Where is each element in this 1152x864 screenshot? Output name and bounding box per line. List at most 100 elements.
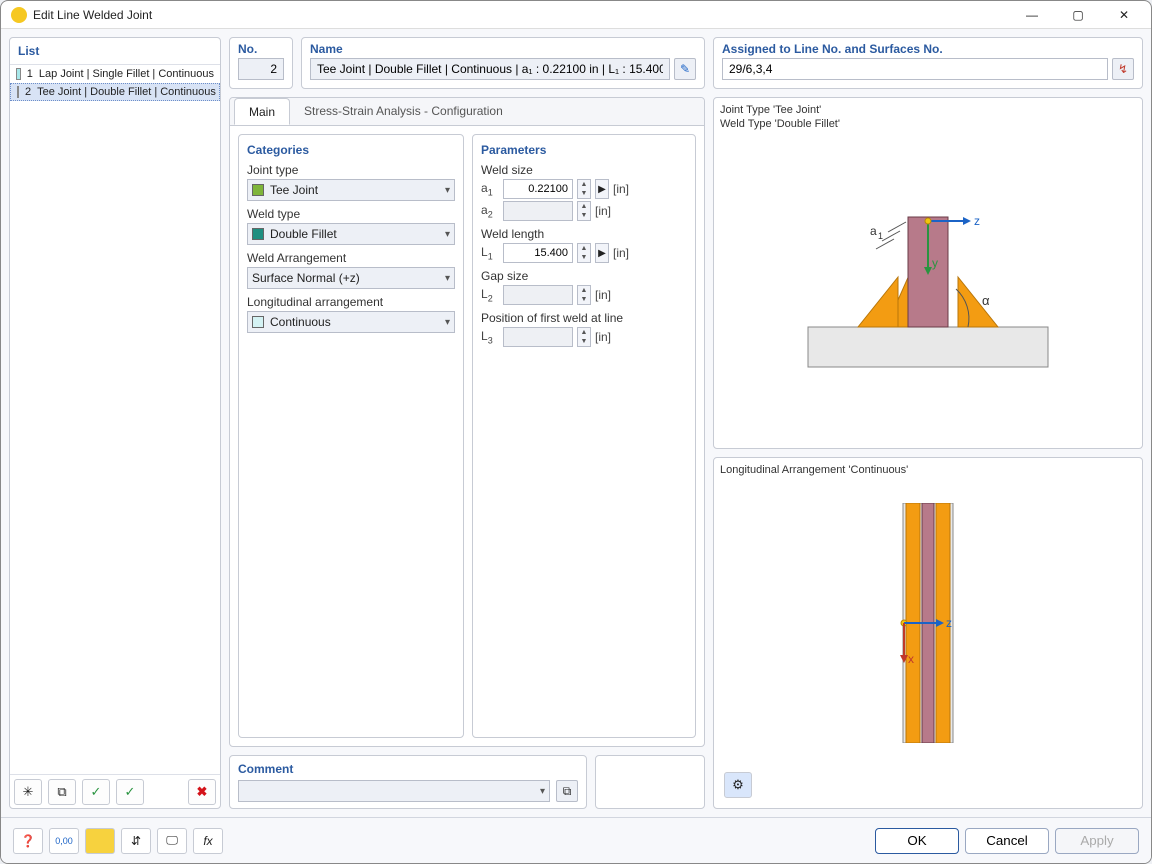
L1-spinner[interactable]: ▲▼ [577, 243, 591, 263]
dialog-footer: ❓ 0,00 ⇵ 🖵 fx OK Cancel Apply [1, 817, 1151, 863]
maximize-button[interactable]: ▢ [1055, 1, 1101, 29]
minimize-icon: — [1026, 8, 1038, 22]
position-first-weld-label: Position of first weld at line [481, 311, 687, 325]
chevron-down-icon: ▾ [445, 185, 450, 196]
L1-label: L1 [481, 245, 499, 261]
list-toolbar: ✳ ⧉ ✓ ✓ ✖ [10, 774, 220, 808]
check-button-2[interactable]: ✓ [116, 779, 144, 805]
comment-combo[interactable]: ▾ [238, 780, 550, 802]
copy-item-button[interactable]: ⧉ [48, 779, 76, 805]
L1-input[interactable] [503, 243, 573, 263]
settings-icon: ⚙ [732, 777, 744, 793]
model-button[interactable]: ⇵ [121, 828, 151, 854]
weld-arrangement-combo[interactable]: Surface Normal (+z) ▾ [247, 267, 455, 289]
joint-type-combo[interactable]: Tee Joint ▾ [247, 179, 455, 201]
L2-unit: [in] [595, 288, 611, 302]
L3-input [503, 327, 573, 347]
longitudinal-color-icon [252, 316, 264, 328]
color-swatch [17, 86, 19, 98]
parameters-title: Parameters [481, 143, 687, 157]
a1-input[interactable] [503, 179, 573, 199]
cancel-button[interactable]: Cancel [965, 828, 1049, 854]
a1-go-button[interactable]: ▶ [595, 179, 609, 199]
joint-type-label: Joint type [247, 163, 455, 177]
edit-icon: ✎ [680, 62, 690, 76]
name-panel: Name ✎ [301, 37, 705, 89]
color-button[interactable] [85, 828, 115, 854]
L1-unit: [in] [613, 246, 629, 260]
function-button[interactable]: fx [193, 828, 223, 854]
parameters-panel: Parameters Weld size a1 ▲▼ ▶ [in] [472, 134, 696, 738]
list-item[interactable]: 1 Lap Joint | Single Fillet | Continuous [10, 65, 220, 83]
longitudinal-arrangement-label: Longitudinal arrangement [247, 295, 455, 309]
main-tab-panel: Main Stress-Strain Analysis - Configurat… [229, 97, 705, 747]
list-item-no: 1 [27, 68, 33, 80]
weld-type-label: Weld type [247, 207, 455, 221]
minimize-button[interactable]: — [1009, 1, 1055, 29]
apply-button[interactable]: Apply [1055, 828, 1139, 854]
new-item-button[interactable]: ✳ [14, 779, 42, 805]
list-item[interactable]: 2 Tee Joint | Double Fillet | Continuous [10, 83, 220, 101]
library-icon: ⧉ [563, 784, 572, 799]
joint-preview-title-2: Weld Type 'Double Fillet' [720, 118, 1136, 130]
svg-text:a: a [870, 224, 877, 238]
svg-text:y: y [932, 256, 938, 270]
preview-settings-button[interactable]: ⚙ [724, 772, 752, 798]
L1-go-button[interactable]: ▶ [595, 243, 609, 263]
weld-type-combo[interactable]: Double Fillet ▾ [247, 223, 455, 245]
name-label: Name [302, 38, 704, 58]
list-item-no: 2 [25, 86, 31, 98]
weld-arrangement-value: Surface Normal (+z) [252, 271, 360, 285]
name-input[interactable] [310, 58, 670, 80]
joint-preview-title-1: Joint Type 'Tee Joint' [720, 104, 1136, 116]
units-icon: 0,00 [55, 836, 73, 846]
close-button[interactable]: ✕ [1101, 1, 1147, 29]
longitudinal-arrangement-combo[interactable]: Continuous ▾ [247, 311, 455, 333]
tab-stress-strain[interactable]: Stress-Strain Analysis - Configuration [290, 98, 517, 125]
view-button[interactable]: 🖵 [157, 828, 187, 854]
preview-toolbar: ⚙ [720, 768, 1136, 802]
delete-item-button[interactable]: ✖ [188, 779, 216, 805]
svg-text:1: 1 [878, 231, 883, 241]
ok-button[interactable]: OK [875, 828, 959, 854]
L3-unit: [in] [595, 330, 611, 344]
joint-preview-panel: Joint Type 'Tee Joint' Weld Type 'Double… [713, 97, 1143, 449]
window-title: Edit Line Welded Joint [33, 8, 152, 22]
no-panel: No. [229, 37, 293, 89]
a1-spinner[interactable]: ▲▼ [577, 179, 591, 199]
weld-type-color-icon [252, 228, 264, 240]
help-button[interactable]: ❓ [13, 828, 43, 854]
chevron-down-icon: ▾ [445, 317, 450, 328]
check-button-1[interactable]: ✓ [82, 779, 110, 805]
L2-label: L2 [481, 287, 499, 303]
L3-spinner: ▲▼ [577, 327, 591, 347]
rename-button[interactable]: ✎ [674, 58, 696, 80]
list-body: 1 Lap Joint | Single Fillet | Continuous… [10, 65, 220, 774]
list-item-text: Tee Joint | Double Fillet | Continuous [37, 86, 216, 98]
comment-side-panel [595, 755, 705, 809]
maximize-icon: ▢ [1072, 8, 1083, 22]
L2-input [503, 285, 573, 305]
comment-label: Comment [238, 762, 578, 776]
no-input[interactable] [238, 58, 284, 80]
check-icon: ✓ [125, 784, 136, 800]
longitudinal-arrangement-value: Continuous [270, 315, 331, 329]
a2-input [503, 201, 573, 221]
comment-library-button[interactable]: ⧉ [556, 780, 578, 802]
chevron-down-icon: ▾ [540, 786, 545, 797]
longitudinal-preview-panel: Longitudinal Arrangement 'Continuous' [713, 457, 1143, 809]
list-item-text: Lap Joint | Single Fillet | Continuous [39, 68, 214, 80]
comment-panel: Comment ▾ ⧉ [229, 755, 587, 809]
tabs-bar: Main Stress-Strain Analysis - Configurat… [230, 98, 704, 126]
copy-icon: ⧉ [57, 784, 66, 800]
pick-lines-button[interactable]: ↯ [1112, 58, 1134, 80]
assigned-input[interactable] [722, 58, 1108, 80]
function-icon: fx [203, 834, 212, 848]
list-panel: List 1 Lap Joint | Single Fillet | Conti… [9, 37, 221, 809]
L3-label: L3 [481, 329, 499, 345]
longitudinal-preview-canvas: z x [720, 478, 1136, 768]
units-button[interactable]: 0,00 [49, 828, 79, 854]
tab-main[interactable]: Main [234, 98, 290, 125]
svg-text:x: x [908, 652, 914, 666]
svg-text:α: α [982, 293, 990, 308]
